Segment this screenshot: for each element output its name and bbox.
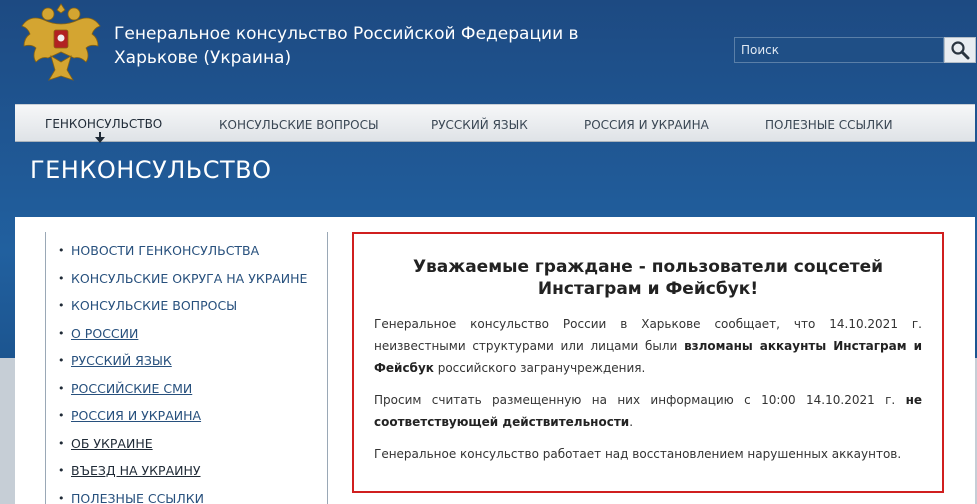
sidebar-link[interactable]: РОССИЙСКИЕ СМИ bbox=[71, 375, 192, 403]
content-area: • НОВОСТИ ГЕНКОНСУЛЬСТВА • КОНСУЛЬСКИЕ ОКР… bbox=[15, 217, 975, 504]
notice-box: Уважаемые граждане - пользователи соцсет… bbox=[352, 232, 944, 493]
nav-item-russia-ukraine[interactable]: РОССИЯ И УКРАИНА bbox=[584, 105, 709, 143]
sidebar-link[interactable]: НОВОСТИ ГЕНКОНСУЛЬСТВА bbox=[71, 237, 259, 265]
sidebar-link[interactable]: ПОЛЕЗНЫЕ ССЫЛКИ bbox=[71, 485, 204, 504]
sidebar-link[interactable]: ОБ УКРАИНЕ bbox=[71, 430, 153, 458]
sidebar-item-about-russia: • О РОССИИ bbox=[46, 320, 327, 348]
search-input[interactable] bbox=[734, 37, 944, 63]
nav-item-consular[interactable]: КОНСУЛЬСКИЕ ВОПРОСЫ bbox=[219, 105, 379, 143]
nav-item-useful-links[interactable]: ПОЛЕЗНЫЕ ССЫЛКИ bbox=[765, 105, 893, 143]
sidebar-link[interactable]: РОССИЯ И УКРАИНА bbox=[71, 402, 201, 430]
sidebar-link[interactable]: ВЪЕЗД НА УКРАИНУ bbox=[71, 457, 201, 485]
notice-paragraph-2: Просим считать размещенную на них информ… bbox=[374, 393, 922, 429]
sidebar-item-useful-links: • ПОЛЕЗНЫЕ ССЫЛКИ bbox=[46, 485, 327, 504]
sidebar-item-russian-language: • РУССКИЙ ЯЗЫК bbox=[46, 347, 327, 375]
nav-item-russian-language[interactable]: РУССКИЙ ЯЗЫК bbox=[431, 105, 528, 143]
sidebar: • НОВОСТИ ГЕНКОНСУЛЬСТВА • КОНСУЛЬСКИЕ ОКР… bbox=[45, 232, 328, 504]
search-icon bbox=[951, 41, 970, 60]
sidebar-item-russia-ukraine: • РОССИЯ И УКРАИНА bbox=[46, 402, 327, 430]
sidebar-link[interactable]: КОНСУЛЬСКИЕ ВОПРОСЫ bbox=[71, 292, 237, 320]
page-title: ГЕНКОНСУЛЬСТВО bbox=[30, 156, 272, 184]
site-title[interactable]: Генеральное консульство Российской Федер… bbox=[114, 22, 634, 70]
sidebar-item-about-ukraine: • ОБ УКРАИНЕ bbox=[46, 430, 327, 458]
sidebar-item-consular: • КОНСУЛЬСКИЕ ВОПРОСЫ bbox=[46, 292, 327, 320]
notice-paragraph-3: Генеральное консульство работает над вос… bbox=[374, 447, 902, 461]
sidebar-item-districts: • КОНСУЛЬСКИЕ ОКРУГА НА УКРАИНЕ bbox=[46, 265, 327, 293]
notice-title: Уважаемые граждане - пользователи соцсет… bbox=[412, 257, 884, 299]
sidebar-item-russian-media: • РОССИЙСКИЕ СМИ bbox=[46, 375, 327, 403]
sidebar-link[interactable]: КОНСУЛЬСКИЕ ОКРУГА НА УКРАИНЕ bbox=[71, 265, 307, 293]
main-nav: ГЕНКОНСУЛЬСТВО КОНСУЛЬСКИЕ ВОПРОСЫ РУССК… bbox=[15, 104, 975, 143]
sidebar-link[interactable]: РУССКИЙ ЯЗЫК bbox=[71, 347, 172, 375]
search-button[interactable] bbox=[944, 37, 976, 63]
notice-paragraph-1: Генеральное консульство России в Харьков… bbox=[374, 317, 922, 375]
sidebar-link[interactable]: О РОССИИ bbox=[71, 320, 138, 348]
sidebar-item-news: • НОВОСТИ ГЕНКОНСУЛЬСТВА bbox=[46, 237, 327, 265]
arrow-down-icon bbox=[95, 132, 105, 143]
site-header: Генеральное консульство Российской Федер… bbox=[0, 0, 977, 100]
search-box bbox=[734, 37, 976, 63]
sidebar-item-entry-ukraine: • ВЪЕЗД НА УКРАИНУ bbox=[46, 457, 327, 485]
coat-of-arms-icon[interactable] bbox=[18, 0, 104, 88]
